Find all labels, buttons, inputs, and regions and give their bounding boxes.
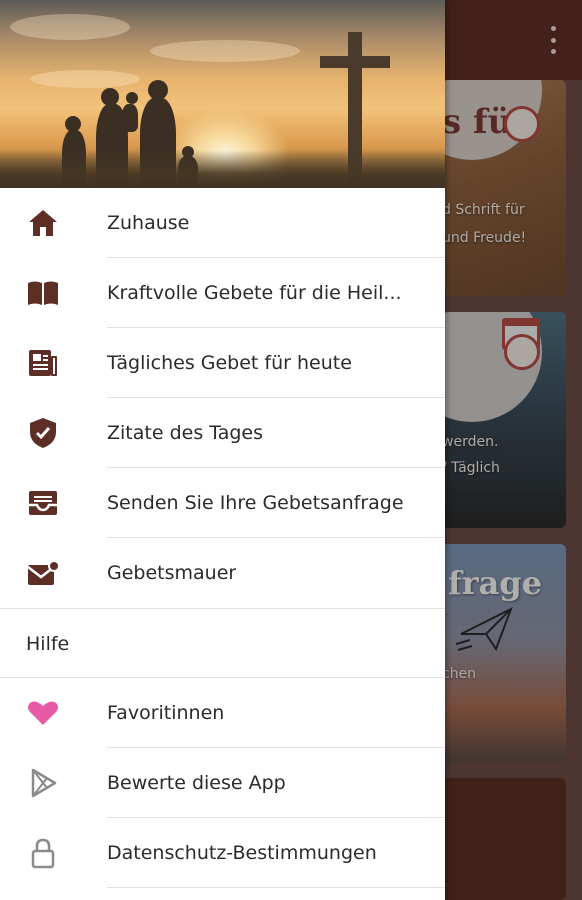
drawer-menu: Zuhause Kraftvolle Gebete für die Heil..… <box>0 188 445 888</box>
menu-item-home[interactable]: Zuhause <box>0 188 445 258</box>
lock-icon <box>26 836 60 870</box>
menu-item-favorites[interactable]: Favoritinnen <box>0 678 445 748</box>
inbox-icon <box>26 486 60 520</box>
newspaper-icon <box>26 346 60 380</box>
home-icon <box>26 206 60 240</box>
menu-item-label: Tägliches Gebet für heute <box>107 352 352 374</box>
section-title: Hilfe <box>26 632 70 655</box>
shield-check-icon <box>26 416 60 450</box>
menu-item-label: Kraftvolle Gebete für die Heil... <box>107 282 402 304</box>
book-icon <box>26 276 60 310</box>
menu-item-label: Favoritinnen <box>107 702 225 724</box>
menu-item-label: Senden Sie Ihre Gebetsanfrage <box>107 492 404 514</box>
mail-notification-icon <box>26 556 60 590</box>
menu-item-powerful-prayers[interactable]: Kraftvolle Gebete für die Heil... <box>0 258 445 328</box>
menu-item-send-prayer-request[interactable]: Senden Sie Ihre Gebetsanfrage <box>0 468 445 538</box>
menu-item-label: Bewerte diese App <box>107 772 286 794</box>
menu-item-quotes[interactable]: Zitate des Tages <box>0 398 445 468</box>
menu-item-prayer-wall[interactable]: Gebetsmauer <box>0 538 445 608</box>
drawer-scrim[interactable] <box>445 0 582 900</box>
drawer-header-image <box>0 0 445 188</box>
menu-item-label: Zuhause <box>107 212 190 234</box>
menu-item-label: Zitate des Tages <box>107 422 264 444</box>
menu-item-privacy-policy[interactable]: Datenschutz-Bestimmungen <box>0 818 445 888</box>
heart-icon <box>26 696 60 730</box>
menu-item-label: Datenschutz-Bestimmungen <box>107 842 377 864</box>
play-store-icon <box>26 766 60 800</box>
menu-item-label: Gebetsmauer <box>107 562 237 584</box>
menu-item-daily-prayer[interactable]: Tägliches Gebet für heute <box>0 328 445 398</box>
navigation-drawer: Zuhause Kraftvolle Gebete für die Heil..… <box>0 0 445 900</box>
menu-item-rate-app[interactable]: Bewerte diese App <box>0 748 445 818</box>
help-section-header: Hilfe <box>0 608 445 678</box>
